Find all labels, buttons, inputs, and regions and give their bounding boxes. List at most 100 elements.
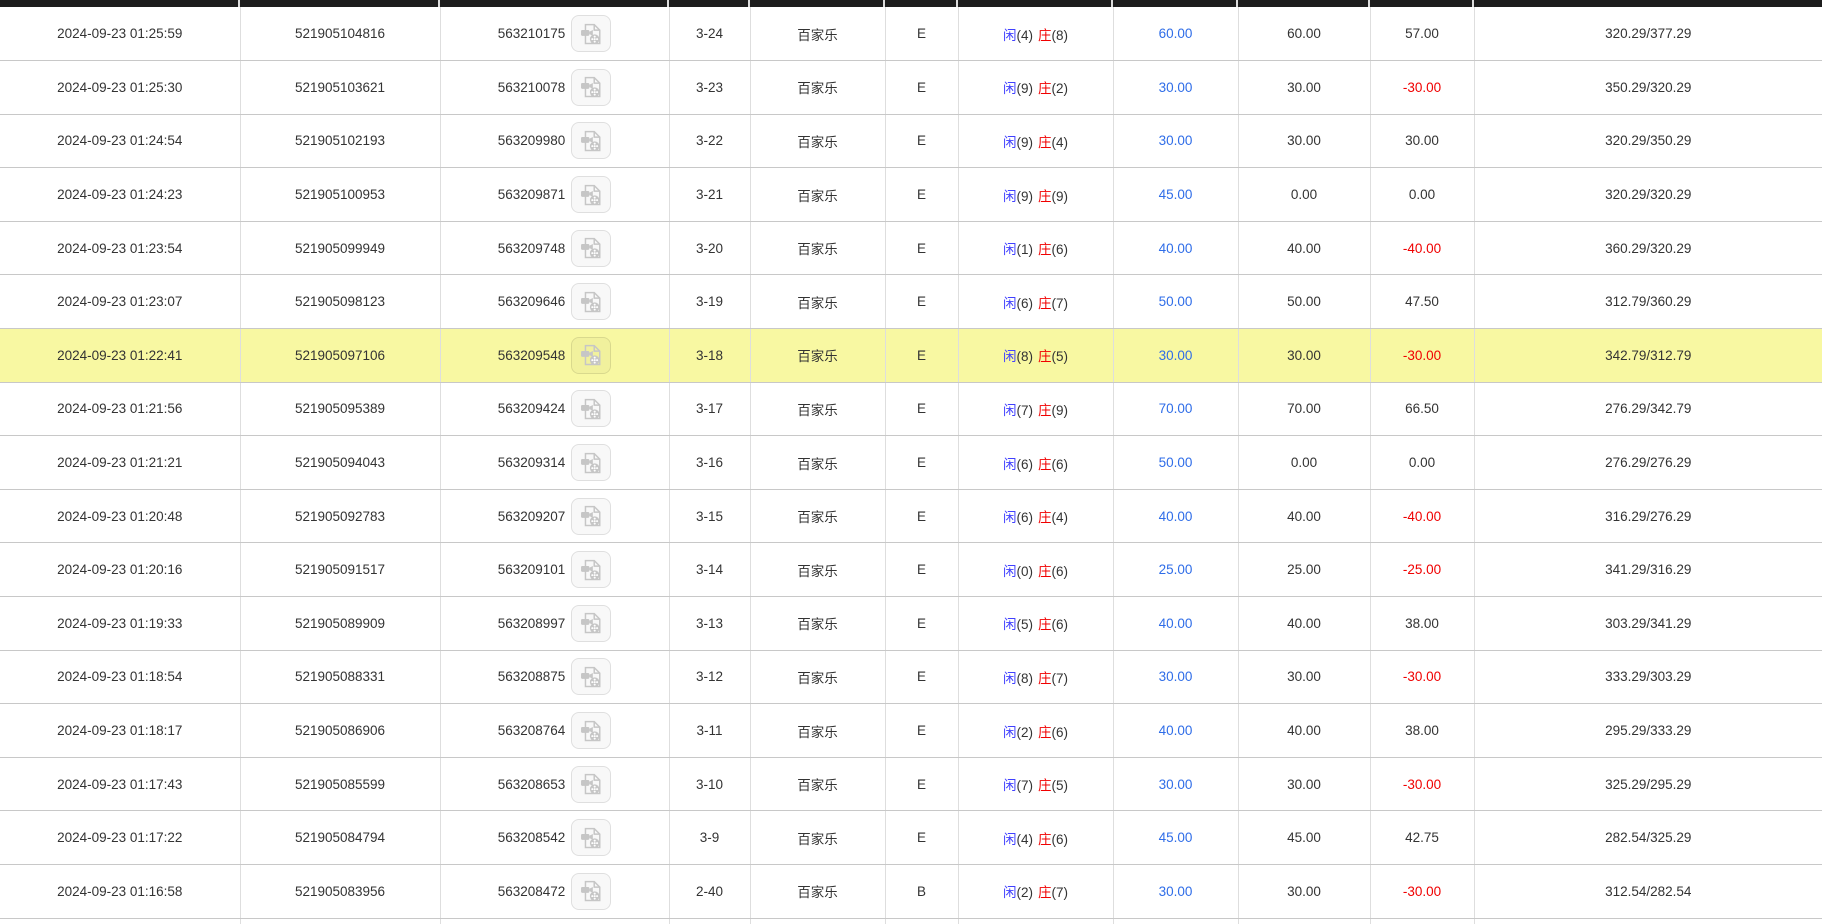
video-replay-button[interactable] xyxy=(571,498,611,535)
game-serial: 563208997 xyxy=(498,616,566,631)
video-replay-button[interactable] xyxy=(571,283,611,320)
banker-label: 庄 xyxy=(1038,189,1052,204)
header-segment xyxy=(958,0,1113,7)
video-replay-icon xyxy=(579,183,603,207)
bet-time: 2024-09-23 01:21:56 xyxy=(0,382,240,436)
video-replay-button[interactable] xyxy=(571,551,611,588)
banker-label: 庄 xyxy=(1038,81,1052,96)
banker-label: 庄 xyxy=(1038,135,1052,150)
player-points: (6) xyxy=(1017,510,1034,525)
video-replay-button[interactable] xyxy=(571,873,611,910)
banker-label: 庄 xyxy=(1038,510,1052,525)
bet-id: 521905089909 xyxy=(240,597,440,651)
game-serial: 563210078 xyxy=(498,80,566,95)
player-label: 闲 xyxy=(1003,671,1017,686)
balance-before-after: 350.29/320.29 xyxy=(1474,61,1822,115)
valid-amount: 70.00 xyxy=(1238,382,1370,436)
table-row[interactable]: 2024-09-23 01:24:54 521905102193 5632099… xyxy=(0,114,1822,168)
partial-row xyxy=(0,918,1822,924)
bet-id: 521905091517 xyxy=(240,543,440,597)
game-serial: 563209980 xyxy=(498,133,566,148)
video-replay-button[interactable] xyxy=(571,176,611,213)
player-points: (6) xyxy=(1017,296,1034,311)
win-loss: 66.50 xyxy=(1370,382,1474,436)
video-replay-button[interactable] xyxy=(571,766,611,803)
table-row[interactable]: 2024-09-23 01:18:17 521905086906 5632087… xyxy=(0,704,1822,758)
game-serial-cell: 563209101 xyxy=(440,543,669,597)
table-code: E xyxy=(885,811,958,865)
game-type: 百家乐 xyxy=(750,597,885,651)
video-replay-button[interactable] xyxy=(571,337,611,374)
table-row[interactable]: 2024-09-23 01:25:30 521905103621 5632100… xyxy=(0,61,1822,115)
table-row[interactable]: 2024-09-23 01:17:43 521905085599 5632086… xyxy=(0,757,1822,811)
video-replay-icon xyxy=(579,611,603,635)
player-label: 闲 xyxy=(1003,28,1017,43)
video-replay-button[interactable] xyxy=(571,390,611,427)
balance-before-after: 282.54/325.29 xyxy=(1474,811,1822,865)
table-row[interactable]: 2024-09-23 01:19:33 521905089909 5632089… xyxy=(0,597,1822,651)
bet-time: 2024-09-23 01:21:21 xyxy=(0,436,240,490)
game-result: 闲(6)庄(7) xyxy=(958,275,1113,329)
game-serial: 563209101 xyxy=(498,562,566,577)
valid-amount: 0.00 xyxy=(1238,436,1370,490)
table-row[interactable]: 2024-09-23 01:17:22 521905084794 5632085… xyxy=(0,811,1822,865)
table-row[interactable]: 2024-09-23 01:16:58 521905083956 5632084… xyxy=(0,865,1822,919)
banker-points: (6) xyxy=(1052,564,1069,579)
bet-id: 521905086906 xyxy=(240,704,440,758)
video-replay-icon xyxy=(579,236,603,260)
table-shoe-round: 3-24 xyxy=(669,7,750,61)
table-row[interactable]: 2024-09-23 01:22:41 521905097106 5632095… xyxy=(0,329,1822,383)
player-points: (9) xyxy=(1017,135,1034,150)
player-label: 闲 xyxy=(1003,242,1017,257)
banker-points: (7) xyxy=(1052,296,1069,311)
game-result: 闲(0)庄(6) xyxy=(958,543,1113,597)
player-points: (6) xyxy=(1017,457,1034,472)
table-row[interactable]: 2024-09-23 01:23:07 521905098123 5632096… xyxy=(0,275,1822,329)
video-replay-button[interactable] xyxy=(571,69,611,106)
table-shoe-round: 3-12 xyxy=(669,650,750,704)
cut-off-header-row xyxy=(0,0,1822,7)
video-replay-button[interactable] xyxy=(571,712,611,749)
video-replay-button[interactable] xyxy=(571,122,611,159)
player-points: (2) xyxy=(1017,885,1034,900)
header-segment xyxy=(1113,0,1238,7)
bet-time: 2024-09-23 01:16:58 xyxy=(0,865,240,919)
balance-before-after: 316.29/276.29 xyxy=(1474,489,1822,543)
bet-id: 521905088331 xyxy=(240,650,440,704)
video-replay-icon xyxy=(579,826,603,850)
table-row[interactable]: 2024-09-23 01:21:21 521905094043 5632093… xyxy=(0,436,1822,490)
video-replay-button[interactable] xyxy=(571,819,611,856)
table-row[interactable]: 2024-09-23 01:25:59 521905104816 5632101… xyxy=(0,7,1822,61)
table-row[interactable]: 2024-09-23 01:20:16 521905091517 5632091… xyxy=(0,543,1822,597)
game-result: 闲(9)庄(4) xyxy=(958,114,1113,168)
table-row[interactable]: 2024-09-23 01:20:48 521905092783 5632092… xyxy=(0,489,1822,543)
video-replay-icon xyxy=(579,129,603,153)
table-row[interactable]: 2024-09-23 01:23:54 521905099949 5632097… xyxy=(0,221,1822,275)
balance-before-after: 320.29/350.29 xyxy=(1474,114,1822,168)
banker-label: 庄 xyxy=(1038,564,1052,579)
video-replay-button[interactable] xyxy=(571,658,611,695)
bet-amount: 25.00 xyxy=(1113,543,1238,597)
table-code: E xyxy=(885,61,958,115)
banker-label: 庄 xyxy=(1038,242,1052,257)
table-row[interactable]: 2024-09-23 01:18:54 521905088331 5632088… xyxy=(0,650,1822,704)
video-replay-button[interactable] xyxy=(571,15,611,52)
balance-before-after: 360.29/320.29 xyxy=(1474,221,1822,275)
table-row[interactable]: 2024-09-23 01:21:56 521905095389 5632094… xyxy=(0,382,1822,436)
balance-before-after: 325.29/295.29 xyxy=(1474,757,1822,811)
video-replay-button[interactable] xyxy=(571,230,611,267)
bet-id: 521905098123 xyxy=(240,275,440,329)
banker-label: 庄 xyxy=(1038,671,1052,686)
header-segment xyxy=(1370,0,1474,7)
valid-amount: 50.00 xyxy=(1238,275,1370,329)
bet-amount: 30.00 xyxy=(1113,650,1238,704)
bet-amount: 45.00 xyxy=(1113,811,1238,865)
table-row[interactable]: 2024-09-23 01:24:23 521905100953 5632098… xyxy=(0,168,1822,222)
bet-id: 521905084794 xyxy=(240,811,440,865)
video-replay-button[interactable] xyxy=(571,444,611,481)
video-replay-button[interactable] xyxy=(571,605,611,642)
table-shoe-round: 3-18 xyxy=(669,329,750,383)
banker-points: (6) xyxy=(1052,832,1069,847)
win-loss: 38.00 xyxy=(1370,704,1474,758)
player-points: (8) xyxy=(1017,349,1034,364)
